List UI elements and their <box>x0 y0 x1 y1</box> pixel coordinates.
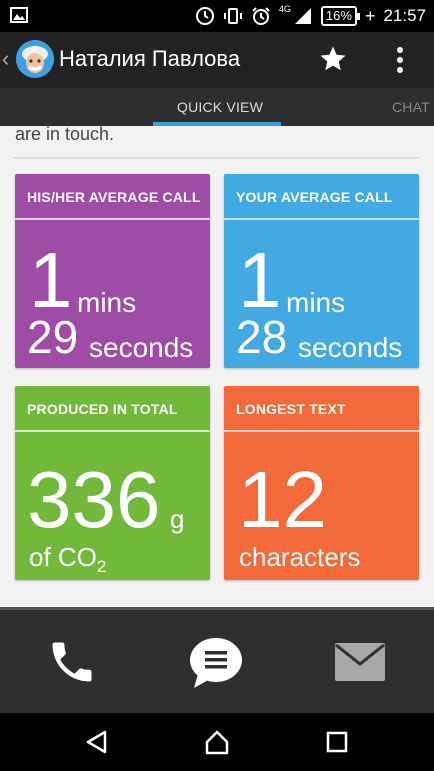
minutes-unit: mins <box>77 287 137 318</box>
network-type-label: 4G <box>278 4 291 14</box>
co2-subscript: 2 <box>96 557 107 577</box>
co2-value: 336 <box>27 455 161 544</box>
co2-unit: g <box>170 504 185 534</box>
card-title: PRODUCED IN TOTAL <box>27 401 178 417</box>
quick-view-content[interactable]: are in touch. HIS/HER AVERAGE CALL 1 min… <box>0 126 434 610</box>
seconds-unit: seconds <box>298 332 403 363</box>
recents-icon[interactable] <box>322 727 352 757</box>
longest-text-unit: characters <box>239 542 361 572</box>
back-triangle-icon[interactable] <box>82 727 112 757</box>
divider <box>14 157 420 159</box>
status-bar: 4G 16% + 21:57 <box>0 0 434 32</box>
chat-bubble-icon[interactable] <box>186 632 246 692</box>
battery-indicator: 16% <box>320 6 360 26</box>
phone-icon[interactable] <box>42 632 102 692</box>
signal-icon <box>293 6 313 26</box>
card-your-average-call: YOUR AVERAGE CALL 1 mins 28 seconds <box>224 174 419 368</box>
data-saver-icon <box>195 6 215 26</box>
contact-avatar[interactable] <box>16 40 54 78</box>
seconds-value: 28 <box>236 311 288 363</box>
seconds-value: 29 <box>27 311 79 363</box>
co2-label: of CO2 <box>29 542 106 577</box>
charging-icon: + <box>364 5 376 26</box>
seconds-unit: seconds <box>89 332 194 363</box>
card-produced-in-total: PRODUCED IN TOTAL 336 g of CO2 <box>15 386 210 580</box>
clock: 21:57 <box>383 6 426 25</box>
co2-label-text: of CO <box>29 542 97 572</box>
card-his-average-call: HIS/HER AVERAGE CALL 1 mins 29 seconds <box>15 174 210 368</box>
card-title: YOUR AVERAGE CALL <box>236 189 393 205</box>
favorite-star-icon[interactable] <box>318 44 348 74</box>
mail-icon[interactable] <box>330 632 390 692</box>
overflow-menu-icon[interactable] <box>388 44 412 76</box>
vibrate-icon <box>223 6 243 26</box>
minutes-unit: mins <box>286 287 346 318</box>
home-icon[interactable] <box>202 727 232 757</box>
tab-bar: QUICK VIEW CHAT <box>0 88 434 126</box>
card-divider <box>15 218 210 220</box>
image-notification-icon <box>10 7 28 28</box>
card-title: HIS/HER AVERAGE CALL <box>27 189 201 205</box>
tab-chat[interactable]: CHAT <box>392 99 430 115</box>
tab-quick-view[interactable]: QUICK VIEW <box>177 99 263 115</box>
card-divider <box>224 218 419 220</box>
longest-text-value: 12 <box>238 455 327 544</box>
bottom-action-bar <box>0 610 434 713</box>
card-divider <box>15 430 210 432</box>
card-longest-text: LONGEST TEXT 12 characters <box>224 386 419 580</box>
alarm-icon <box>251 6 271 26</box>
up-chevron-icon[interactable]: ‹ <box>2 46 9 72</box>
partial-text: are in touch. <box>15 126 115 144</box>
system-nav-bar <box>0 713 434 771</box>
card-divider <box>224 430 419 432</box>
contact-name-title: Наталия Павлова <box>59 46 241 71</box>
card-title: LONGEST TEXT <box>236 401 346 417</box>
app-bar: ‹ Наталия Павлова <box>0 32 434 88</box>
minutes-value: 1 <box>29 236 73 324</box>
minutes-value: 1 <box>238 236 282 324</box>
